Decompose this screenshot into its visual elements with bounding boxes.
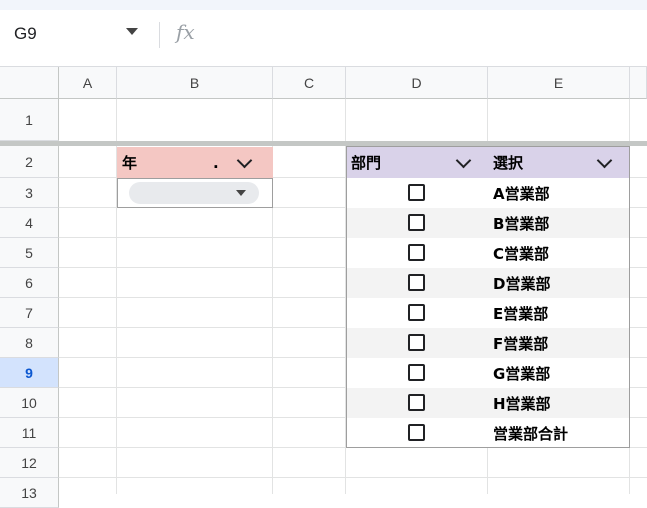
dept-checkbox[interactable] [408,274,425,291]
row-header-8[interactable]: 8 [0,328,59,358]
year-dropdown-arrow-icon[interactable] [236,190,246,196]
dept-name-label: A営業部 [493,184,550,203]
dept-name-label: B営業部 [493,214,550,233]
row-header-1[interactable]: 1 [0,99,59,141]
frozen-row-divider[interactable] [0,141,647,146]
column-header-e[interactable]: E [488,67,630,99]
dept-checkbox[interactable] [408,184,425,201]
row-header-9[interactable]: 9 [0,358,59,388]
select-header-label: 選択 [493,154,524,172]
formula-bar-divider [159,22,160,48]
fx-icon: fx [176,20,195,44]
row-header-12[interactable]: 12 [0,448,59,478]
dept-checkbox[interactable] [408,244,425,261]
formula-input[interactable] [210,22,630,50]
column-header-f[interactable] [630,67,647,99]
column-header-b[interactable]: B [117,67,273,99]
dept-name-label: C営業部 [493,244,550,263]
column-header-d[interactable]: D [346,67,488,99]
row-header-5[interactable]: 5 [0,238,59,268]
row-header-7[interactable]: 7 [0,298,59,328]
dept-checkbox[interactable] [408,214,425,231]
dept-name-label: H営業部 [493,394,551,413]
dept-name-label: F営業部 [493,334,549,353]
dept-name-label: D営業部 [493,274,551,293]
top-strip [0,0,647,10]
dept-checkbox[interactable] [408,334,425,351]
row-header-6[interactable]: 6 [0,268,59,298]
year-header-label: 年 [122,154,138,172]
row-header-3[interactable]: 3 [0,178,59,208]
row-header-4[interactable]: 4 [0,208,59,238]
row-header-13[interactable]: 13 [0,478,59,508]
column-header-a[interactable]: A [59,67,117,99]
dept-name-label: E営業部 [493,304,549,323]
year-header-dot: . [213,153,219,172]
dept-checkbox[interactable] [408,394,425,411]
dept-name-label: 営業部合計 [493,424,569,443]
dept-name-label: G営業部 [493,364,551,383]
select-all-corner[interactable] [0,67,59,99]
dept-checkbox[interactable] [408,364,425,381]
dept-header-label: 部門 [351,154,382,172]
name-box-dropdown-icon[interactable] [126,28,138,35]
row-header-2[interactable]: 2 [0,146,59,178]
column-header-c[interactable]: C [273,67,346,99]
dept-checkbox[interactable] [408,424,425,441]
grid-row-line [59,477,647,478]
dept-checkbox[interactable] [408,304,425,321]
name-box[interactable]: G9 [14,24,37,44]
row-header-10[interactable]: 10 [0,388,59,418]
row-header-11[interactable]: 11 [0,418,59,448]
